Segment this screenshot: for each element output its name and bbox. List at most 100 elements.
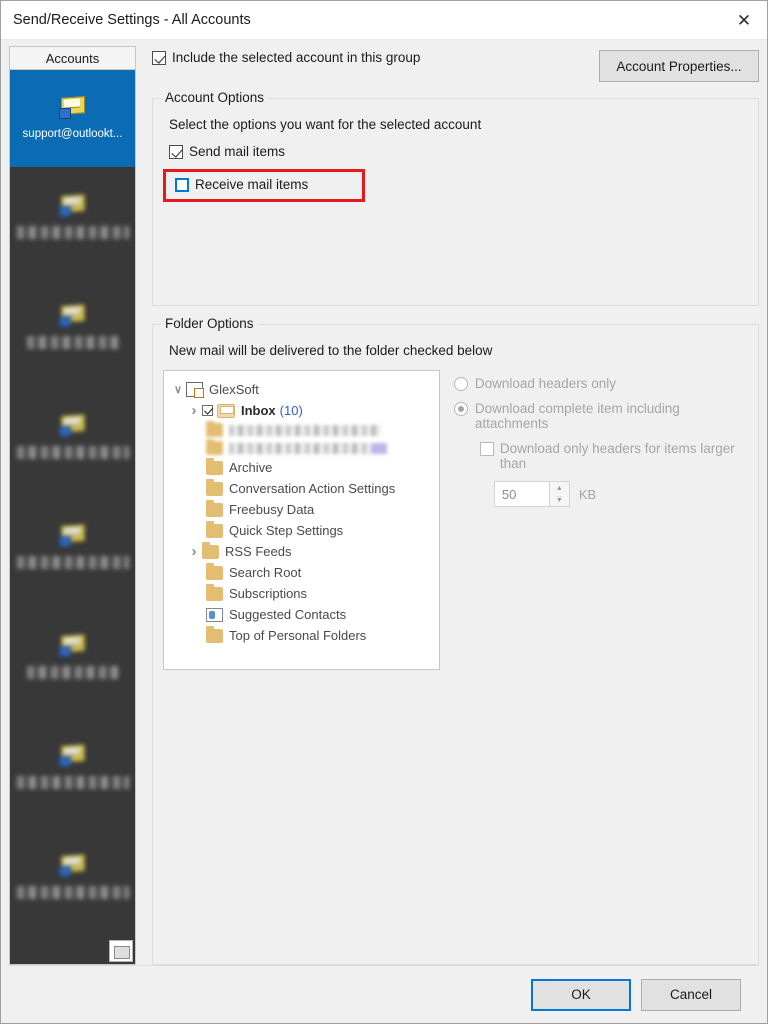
- send-mail-row: Send mail items: [169, 144, 748, 163]
- tree-node-label: Top of Personal Folders: [229, 628, 367, 643]
- radio-circle: [453, 402, 468, 416]
- folder-icon: [206, 584, 223, 601]
- cancel-button[interactable]: Cancel: [641, 978, 741, 1011]
- download-complete-item-radio[interactable]: Download complete item including attachm…: [453, 401, 748, 431]
- folder-icon: [206, 458, 223, 475]
- tree-node-label: Subscriptions: [229, 586, 308, 601]
- close-icon[interactable]: ✕: [721, 1, 767, 39]
- folder-tree[interactable]: GlexSoft Inbox (10): [163, 370, 440, 670]
- stepper-up-icon[interactable]: [550, 482, 569, 494]
- download-headers-only-radio[interactable]: Download headers only: [453, 376, 748, 391]
- tree-node-redacted[interactable]: [206, 420, 435, 439]
- tree-node-folder[interactable]: Freebusy Data: [170, 499, 435, 520]
- download-large-items-label: Download only headers for items larger t…: [499, 441, 735, 471]
- tree-node-label: Quick Step Settings: [229, 523, 344, 538]
- tree-node-label: Freebusy Data: [229, 502, 315, 517]
- accounts-list[interactable]: support@outlookt...: [9, 70, 136, 965]
- include-account-checkbox[interactable]: Include the selected account in this gro…: [152, 50, 420, 65]
- folder-icon: [206, 626, 223, 643]
- account-properties-button[interactable]: Account Properties...: [599, 50, 759, 82]
- account-item-selected[interactable]: support@outlookt...: [10, 70, 135, 167]
- redacted-label: [16, 776, 129, 789]
- size-stepper[interactable]: 50 KB: [493, 481, 597, 507]
- account-item-redacted[interactable]: [10, 167, 135, 277]
- tree-node-folder[interactable]: Quick Step Settings: [170, 520, 435, 541]
- checkbox-box: [169, 145, 183, 159]
- dialog-footer: OK Cancel: [9, 965, 759, 1023]
- tree-node-folder[interactable]: Conversation Action Settings: [170, 478, 435, 499]
- redacted-label: [16, 886, 129, 899]
- accounts-header: Accounts: [9, 46, 136, 70]
- tree-node-folder[interactable]: Search Root: [170, 562, 435, 583]
- redacted-label: [16, 556, 129, 569]
- mail-account-icon: [58, 853, 88, 879]
- receive-mail-row: Receive mail items: [163, 169, 748, 202]
- mail-account-icon: [58, 743, 88, 769]
- account-item-redacted[interactable]: [10, 607, 135, 717]
- stepper-down-icon[interactable]: [550, 494, 569, 506]
- radio-circle: [453, 377, 468, 391]
- chevron-right-icon[interactable]: [186, 402, 202, 419]
- mail-account-icon: [58, 633, 88, 659]
- folder-icon: [206, 420, 223, 437]
- tree-node-label: Inbox: [241, 403, 276, 418]
- folder-icon: [206, 521, 223, 538]
- account-item-redacted[interactable]: [10, 497, 135, 607]
- send-mail-checkbox[interactable]: Send mail items: [169, 144, 285, 159]
- size-stepper-buttons[interactable]: [549, 481, 570, 507]
- mail-account-icon: [58, 193, 88, 219]
- tree-node-label: RSS Feeds: [225, 544, 292, 559]
- inbox-folder-icon: [217, 403, 235, 418]
- folder-icon: [206, 563, 223, 580]
- checkbox-box: [479, 442, 494, 456]
- tree-node-redacted[interactable]: [206, 438, 435, 457]
- account-item-redacted[interactable]: [10, 717, 135, 827]
- account-item-redacted[interactable]: [10, 387, 135, 497]
- tree-node-folder[interactable]: Top of Personal Folders: [170, 625, 435, 646]
- ok-button[interactable]: OK: [531, 978, 631, 1011]
- checkbox-box: [152, 51, 166, 65]
- tree-node-label: GlexSoft: [209, 382, 259, 397]
- settings-pane: Include the selected account in this gro…: [146, 46, 759, 965]
- top-row: Include the selected account in this gro…: [146, 46, 759, 90]
- tree-checkbox[interactable]: [202, 405, 213, 416]
- chevron-down-icon[interactable]: [170, 383, 186, 396]
- download-complete-item-label: Download complete item including attachm…: [474, 401, 680, 431]
- tree-node-root[interactable]: GlexSoft: [170, 379, 435, 400]
- folder-options-legend: Folder Options: [161, 316, 258, 331]
- account-item-redacted[interactable]: [10, 277, 135, 387]
- contacts-folder-icon: [206, 607, 223, 622]
- mail-account-icon: [58, 95, 88, 121]
- receive-mail-label: Receive mail items: [195, 177, 309, 192]
- tree-node-folder[interactable]: Archive: [170, 457, 435, 478]
- tree-node-folder[interactable]: Subscriptions: [170, 583, 435, 604]
- window-restore-icon[interactable]: [109, 940, 133, 962]
- download-headers-only-label: Download headers only: [474, 376, 616, 391]
- send-mail-label: Send mail items: [189, 144, 286, 159]
- mail-account-icon: [58, 523, 88, 549]
- tree-node-label: Archive: [229, 460, 273, 475]
- tree-node-folder[interactable]: RSS Feeds: [170, 541, 435, 562]
- inbox-unread-count: (10): [279, 403, 303, 418]
- tree-node-folder[interactable]: Suggested Contacts: [170, 604, 435, 625]
- redacted-label: [229, 424, 381, 436]
- folder-options-hint: New mail will be delivered to the folder…: [169, 343, 493, 358]
- chevron-right-icon[interactable]: [186, 543, 202, 560]
- checkbox-box: [175, 178, 189, 192]
- title-bar: Send/Receive Settings - All Accounts ✕: [1, 1, 767, 40]
- account-item-redacted[interactable]: [10, 827, 135, 937]
- download-large-items-checkbox[interactable]: Download only headers for items larger t…: [479, 441, 748, 471]
- redacted-label: [26, 666, 119, 679]
- size-input[interactable]: 50: [493, 481, 550, 507]
- data-store-icon: [186, 382, 204, 398]
- size-unit-label: KB: [578, 486, 597, 502]
- folder-icon: [206, 438, 223, 455]
- tree-node-inbox[interactable]: Inbox (10): [170, 400, 435, 421]
- folder-icon: [206, 500, 223, 517]
- account-options-legend: Account Options: [161, 90, 269, 105]
- send-receive-settings-dialog: Send/Receive Settings - All Accounts ✕ A…: [0, 0, 768, 1024]
- page-title: Send/Receive Settings - All Accounts: [13, 12, 251, 28]
- account-options-hint: Select the options you want for the sele…: [169, 117, 482, 132]
- receive-mail-checkbox[interactable]: Receive mail items: [169, 172, 308, 197]
- redacted-label: [26, 336, 119, 349]
